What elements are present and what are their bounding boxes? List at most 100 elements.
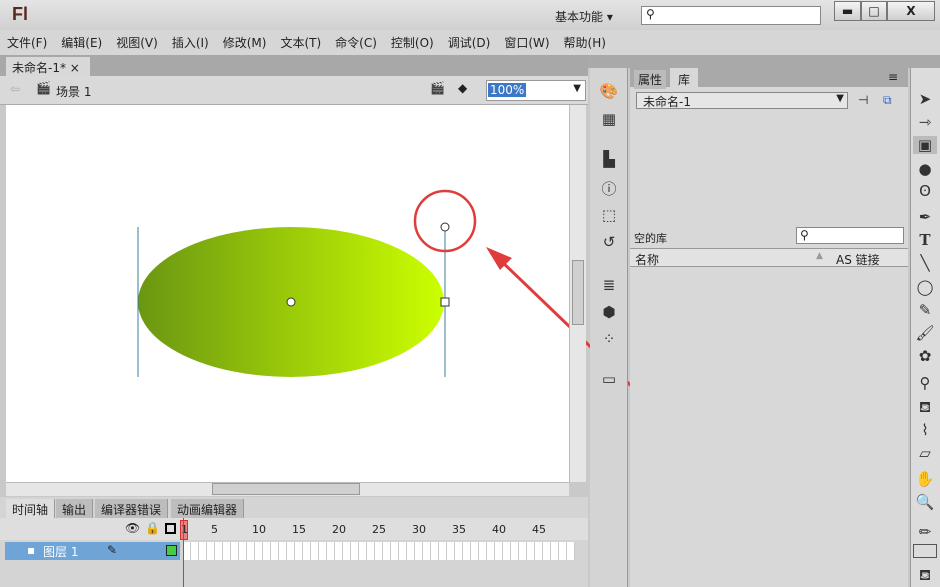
pin-icon[interactable]: ⊣ (858, 93, 868, 107)
stroke-color-icon[interactable]: ✏ (913, 523, 937, 541)
workspace-label: 基本功能 (555, 10, 604, 24)
panel-menu-icon[interactable]: ≡ (888, 70, 898, 84)
history-icon[interactable]: ↺ (597, 233, 621, 251)
tab-motion-editor[interactable]: 动画编辑器 (171, 499, 245, 518)
close-icon[interactable]: × (70, 61, 80, 75)
menu-text[interactable]: 文本(T) (280, 34, 321, 51)
minimize-button[interactable]: ▬ (834, 1, 861, 21)
brush-tool-icon[interactable]: 🖌 (913, 324, 937, 342)
scene-label[interactable]: 场景 1 (56, 83, 91, 100)
menu-modify[interactable]: 修改(M) (223, 34, 267, 51)
paint-bucket-icon[interactable]: ⛾ (913, 398, 937, 418)
color-palette-icon[interactable]: 🎨 (597, 82, 621, 100)
gradient-transform-tool-icon[interactable]: ▣ (913, 136, 937, 154)
swatches-icon[interactable]: ▦ (597, 110, 621, 128)
menu-edit[interactable]: 编辑(E) (61, 34, 102, 51)
line-tool-icon[interactable]: ╲ (913, 254, 937, 272)
scene-icon: 🎬 (36, 81, 51, 95)
tab-output[interactable]: 输出 (56, 499, 94, 518)
menu-view[interactable]: 视图(V) (116, 34, 158, 51)
flash-logo: Fl (12, 4, 28, 24)
library-search-input[interactable]: ⚲ (796, 227, 904, 244)
library-status: 空的库 (634, 232, 667, 245)
components-icon[interactable]: ⬢ (597, 303, 621, 321)
menu-control[interactable]: 控制(O) (391, 34, 434, 51)
layer-row[interactable]: ▪ 图层 1 ✎ (5, 542, 180, 560)
maximize-button[interactable]: □ (861, 1, 887, 21)
eraser-icon[interactable]: ▱ (913, 444, 937, 462)
menu-bar: 文件(F) 编辑(E) 视图(V) 插入(I) 修改(M) 文本(T) 命令(C… (0, 30, 940, 55)
gradient-rotate-handle[interactable] (440, 222, 450, 232)
zoom-tool-icon[interactable]: 🔍 (913, 493, 937, 511)
frame-number: 40 (492, 523, 506, 536)
motion-presets-icon[interactable]: ⁘ (597, 330, 621, 348)
help-search-input[interactable]: ⚲ (641, 6, 821, 25)
menu-debug[interactable]: 调试(D) (448, 34, 491, 51)
edit-scene-icon[interactable]: 🎬 (430, 81, 445, 95)
deco-tool-icon[interactable]: ✿ (913, 347, 937, 365)
scene-panel-icon[interactable]: ▭ (597, 370, 621, 388)
playhead[interactable] (183, 518, 184, 587)
frame-grid[interactable] (183, 542, 575, 560)
chevron-down-icon: ▼ (573, 83, 581, 94)
frame-number: 35 (452, 523, 466, 536)
tab-properties[interactable]: 属性 (634, 70, 667, 89)
no-color-swatch-icon[interactable] (913, 544, 937, 558)
selection-tool-icon[interactable]: ➤ (913, 90, 937, 108)
frame-number: 30 (412, 523, 426, 536)
gradient-center-handle[interactable] (286, 297, 296, 307)
lock-icon[interactable]: 🔒 (145, 521, 160, 535)
fill-color-icon[interactable]: ⛾ (913, 566, 937, 586)
actions-icon[interactable]: ≣ (597, 276, 621, 294)
align-icon[interactable]: ▙ (597, 150, 621, 168)
subselection-tool-icon[interactable]: ⇾ (913, 113, 937, 131)
back-arrow-icon[interactable]: ⇦ (10, 82, 20, 96)
document-tab[interactable]: 未命名-1* × (6, 57, 90, 76)
column-name[interactable]: 名称 (635, 251, 659, 268)
layer-name[interactable]: 图层 1 (43, 543, 78, 560)
zoom-select[interactable]: 100% ▼ (486, 80, 586, 101)
workspace-switcher[interactable]: 基本功能 ▾ (555, 8, 613, 25)
oval-tool-icon[interactable]: ◯ (913, 278, 937, 296)
eyedropper-icon[interactable]: ⌇ (913, 421, 937, 439)
library-column-header: 名称 ▲ AS 链接 (630, 248, 908, 267)
sort-icon[interactable]: ▲ (816, 251, 823, 261)
info-icon[interactable]: ⓘ (597, 178, 621, 199)
3d-rotation-tool-icon[interactable]: ● (913, 160, 937, 178)
tab-compiler-errors[interactable]: 编译器错误 (95, 499, 169, 518)
frame-number: 25 (372, 523, 386, 536)
tab-timeline[interactable]: 时间轴 (6, 499, 56, 518)
new-library-icon[interactable]: ⧉ (883, 93, 892, 108)
hand-tool-icon[interactable]: ✋ (913, 470, 937, 488)
close-button[interactable]: X (887, 1, 935, 21)
lasso-tool-icon[interactable]: ʘ (913, 182, 937, 200)
layer-icon: ▪ (27, 543, 36, 557)
panel-icon-strip: 🎨 ▦ ▙ ⓘ ⬚ ↺ ≣ ⬢ ⁘ ▭ (590, 68, 628, 587)
transform-icon[interactable]: ⬚ (597, 206, 621, 224)
edit-symbols-icon[interactable]: ◆ (458, 81, 467, 95)
library-document-select[interactable]: 未命名-1 ▼ (636, 92, 848, 109)
tab-library[interactable]: 库 (670, 68, 699, 87)
layer-color-icon[interactable] (166, 545, 177, 556)
frame-number: 5 (211, 523, 218, 536)
pen-tool-icon[interactable]: ✒ (913, 208, 937, 226)
menu-commands[interactable]: 命令(C) (335, 34, 377, 51)
pencil-tool-icon[interactable]: ✎ (913, 301, 937, 319)
gradient-width-handle[interactable] (440, 297, 450, 307)
vertical-scrollbar[interactable] (569, 105, 586, 482)
horizontal-scrollbar[interactable] (6, 482, 569, 496)
tools-panel: ➤ ⇾ ▣ ● ʘ ✒ T ╲ ◯ ✎ 🖌 ✿ ⚲ ⛾ ⌇ ▱ ✋ 🔍 ✏ ⛾ (910, 68, 940, 587)
stage[interactable] (6, 105, 569, 482)
bone-tool-icon[interactable]: ⚲ (913, 374, 937, 392)
column-linkage[interactable]: AS 链接 (836, 251, 880, 268)
menu-insert[interactable]: 插入(I) (172, 34, 209, 51)
eye-icon[interactable]: 👁 (125, 521, 140, 535)
menu-file[interactable]: 文件(F) (7, 34, 47, 51)
search-icon: ⚲ (800, 228, 809, 242)
outline-icon[interactable] (165, 523, 176, 534)
menu-help[interactable]: 帮助(H) (564, 34, 606, 51)
text-tool-icon[interactable]: T (913, 231, 937, 249)
menu-window[interactable]: 窗口(W) (504, 34, 549, 51)
document-tabs: 未命名-1* × (0, 55, 588, 76)
chevron-down-icon: ▼ (836, 93, 844, 104)
